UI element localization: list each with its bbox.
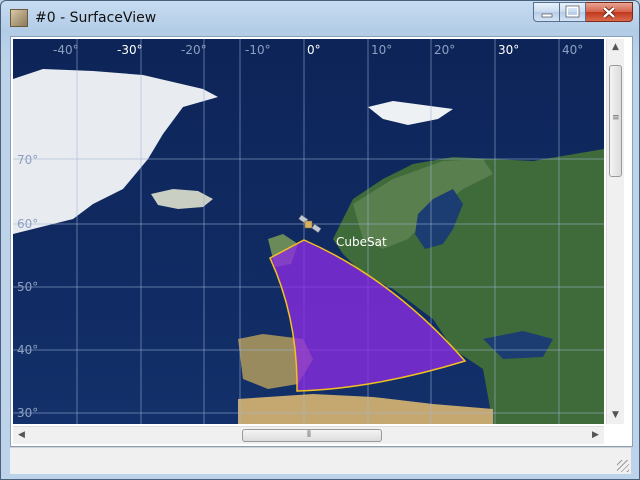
lon-label-40: 40° (562, 43, 584, 57)
window-title: #0 - SurfaceView (35, 10, 157, 26)
minimize-button[interactable] (533, 2, 560, 22)
map-client-area: -40° -30° -20° -10° 0° 10° 20° 30° 40° 7… (10, 36, 633, 447)
scroll-left-arrow-icon[interactable]: ◀ (13, 427, 30, 444)
vertical-scroll-thumb[interactable]: ≡ (609, 65, 622, 177)
maximize-icon (565, 5, 580, 18)
satellite-name-label: CubeSat (336, 235, 387, 249)
lat-label-60: 60° (17, 217, 39, 231)
close-icon (602, 6, 616, 19)
close-button[interactable] (586, 2, 633, 22)
grip-icon: ⦀ (307, 430, 311, 440)
resize-grip-icon[interactable] (617, 460, 629, 472)
map-canvas[interactable] (13, 39, 604, 424)
lat-label-50: 50° (17, 280, 39, 294)
title-bar[interactable]: #0 - SurfaceView (1, 1, 639, 35)
scroll-down-arrow-icon[interactable]: ▼ (607, 407, 624, 424)
lat-label-70: 70° (17, 153, 39, 167)
grip-icon: ≡ (612, 113, 620, 123)
surface-map[interactable]: -40° -30° -20° -10° 0° 10° 20° 30° 40° 7… (13, 39, 604, 424)
maximize-button[interactable] (560, 2, 586, 22)
surfaceview-window: #0 - SurfaceView -40° -30° -20° -10° 0° … (0, 0, 640, 480)
lon-label-neg30: -30° (117, 43, 143, 57)
caption-buttons (533, 2, 633, 23)
lon-label-30: 30° (498, 43, 520, 57)
status-bar (10, 447, 631, 474)
scroll-right-arrow-icon[interactable]: ▶ (587, 427, 604, 444)
horizontal-scrollbar[interactable]: ◀ ⦀ ▶ (13, 426, 604, 444)
lon-label-20: 20° (434, 43, 456, 57)
app-icon[interactable] (10, 9, 28, 27)
lat-label-40: 40° (17, 343, 39, 357)
minimize-icon (541, 13, 553, 18)
lon-label-0: 0° (307, 43, 321, 57)
horizontal-scroll-thumb[interactable]: ⦀ (242, 429, 382, 442)
scroll-up-arrow-icon[interactable]: ▲ (607, 39, 624, 56)
lat-label-30: 30° (17, 406, 39, 420)
vertical-scrollbar[interactable]: ▲ ≡ ▼ (606, 39, 624, 424)
lon-label-neg10: -10° (245, 43, 271, 57)
lon-label-neg40: -40° (53, 43, 79, 57)
lon-label-10: 10° (371, 43, 393, 57)
lon-label-neg20: -20° (181, 43, 207, 57)
